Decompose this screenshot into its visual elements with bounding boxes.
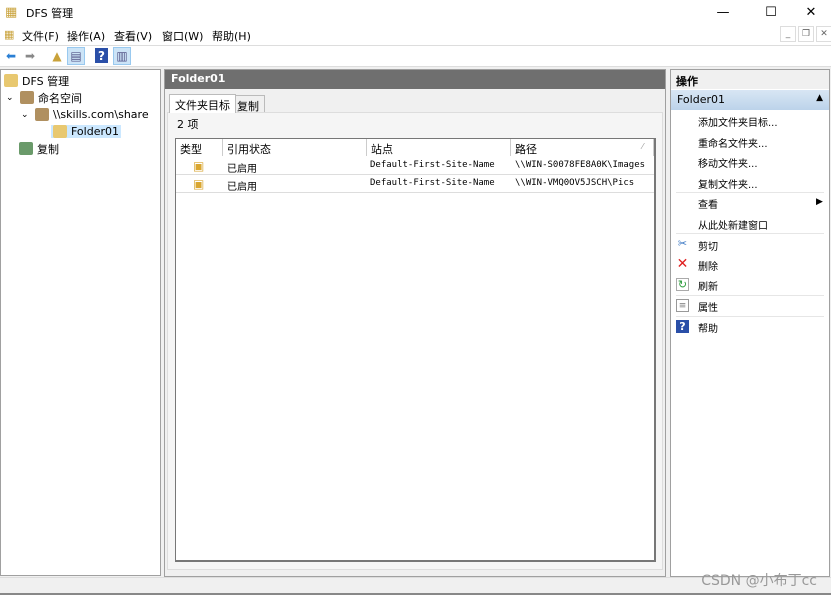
action-cut[interactable]: 剪切	[698, 238, 718, 253]
action-help[interactable]: 帮助	[698, 320, 718, 335]
actions-header: 操作	[671, 70, 829, 89]
tree-label: Folder01	[71, 125, 119, 138]
menu-window[interactable]: 窗口(W)	[162, 28, 203, 44]
menu-action[interactable]: 操作(A)	[67, 28, 105, 44]
menu-help[interactable]: 帮助(H)	[212, 28, 251, 44]
column-referral-status[interactable]: 引用状态	[223, 139, 367, 156]
help-icon[interactable]: ?	[95, 48, 108, 63]
item-count: 2 项	[177, 118, 199, 131]
chevron-down-icon[interactable]: ⌄	[6, 93, 20, 103]
actions-section-folder01[interactable]: Folder01 ▲	[671, 90, 829, 110]
tree-item-namespace[interactable]: ⌄ \\skills.com\share	[1, 106, 160, 123]
app-menu-icon[interactable]: ▦	[4, 28, 14, 41]
targets-list	[175, 138, 656, 562]
dfs-icon	[4, 74, 18, 87]
tree-item-folder01[interactable]: Folder01	[1, 123, 160, 140]
cell-path: \\WIN-S0078FE8A0K\Images	[515, 160, 646, 170]
window-title: DFS 管理	[26, 7, 74, 20]
close-button[interactable]: ✕	[788, 0, 831, 25]
divider	[676, 192, 824, 193]
menu-file[interactable]: 文件(F)	[22, 28, 59, 44]
center-header: Folder01	[165, 70, 665, 89]
tree-label: 命名空间	[38, 91, 82, 105]
up-folder-icon[interactable]: ▲	[48, 47, 66, 65]
dfs-app-icon: ▦	[5, 5, 18, 20]
action-delete[interactable]: 删除	[698, 258, 718, 273]
tree-item-namespaces[interactable]: ⌄ 命名空间	[1, 89, 160, 106]
mdi-minimize-button[interactable]: _	[780, 26, 796, 42]
divider	[676, 233, 824, 234]
tree-pane: DFS 管理 ⌄ 命名空间 ⌄ \\skills.com\share Folder0…	[0, 69, 161, 576]
chevron-down-icon[interactable]: ⌄	[21, 110, 35, 120]
tab-folder-targets[interactable]: 文件夹目标	[169, 94, 236, 113]
cell-site: Default-First-Site-Name	[370, 178, 495, 188]
column-path[interactable]: 路径	[511, 139, 654, 156]
minimize-button[interactable]: —	[700, 0, 746, 25]
action-move-folder[interactable]: 移动文件夹...	[698, 155, 758, 170]
submenu-arrow-icon: ▶	[816, 197, 823, 207]
folder-link-icon	[53, 125, 67, 138]
show-hide-tree-icon[interactable]: ▤	[67, 47, 85, 65]
collapse-up-icon[interactable]: ▲	[816, 93, 823, 103]
folder-target-icon: ▣	[193, 159, 205, 173]
forward-arrow-icon[interactable]: ➡	[21, 47, 39, 65]
divider	[676, 295, 824, 296]
action-properties[interactable]: 属性	[698, 299, 718, 314]
cell-path: \\WIN-VMQ0OV5JSCH\Pics	[515, 178, 635, 188]
column-type[interactable]: 类型	[176, 139, 223, 156]
tree-label: \\skills.com\share	[53, 108, 149, 121]
table-row[interactable]: ▣ 已启用 Default-First-Site-Name \\WIN-S007…	[176, 157, 654, 175]
mdi-restore-button[interactable]: ❐	[798, 26, 814, 42]
tree-item-replication[interactable]: 复制	[1, 140, 160, 157]
help-icon: ?	[676, 320, 689, 333]
tree-label: DFS 管理	[22, 74, 70, 88]
cell-site: Default-First-Site-Name	[370, 160, 495, 170]
table-row[interactable]: ▣ 已启用 Default-First-Site-Name \\WIN-VMQ0…	[176, 175, 654, 193]
cell-status: 已启用	[227, 164, 257, 175]
back-arrow-icon[interactable]: ⬅	[2, 47, 20, 65]
properties-icon: ≡	[676, 299, 689, 312]
show-hide-action-pane-icon[interactable]: ▥	[113, 47, 131, 65]
folder-target-icon: ▣	[193, 177, 205, 191]
action-new-window[interactable]: 从此处新建窗口	[698, 217, 768, 232]
cut-icon: ✂	[677, 237, 688, 250]
divider	[676, 316, 824, 317]
action-copy-folder[interactable]: 复制文件夹...	[698, 176, 758, 191]
actions-section-title: Folder01	[677, 93, 725, 106]
sort-indicator-icon: ⁄	[642, 142, 644, 151]
action-add-folder-target[interactable]: 添加文件夹目标...	[698, 114, 778, 129]
tree-label: 复制	[37, 142, 59, 156]
cell-status: 已启用	[227, 182, 257, 193]
refresh-icon: ↻	[676, 278, 689, 291]
menu-view[interactable]: 查看(V)	[114, 28, 152, 44]
action-view[interactable]: 查看	[698, 196, 718, 211]
replication-icon	[19, 142, 33, 155]
action-rename-folder[interactable]: 重命名文件夹...	[698, 135, 768, 150]
tab-replication[interactable]: 复制	[231, 95, 265, 113]
delete-icon: ✕	[676, 255, 689, 272]
tree-item-dfs-root[interactable]: DFS 管理	[1, 72, 160, 89]
column-site[interactable]: 站点	[367, 139, 511, 156]
namespaces-icon	[20, 91, 34, 104]
namespace-icon	[35, 108, 49, 121]
action-refresh[interactable]: 刷新	[698, 278, 718, 293]
mdi-close-button[interactable]: ✕	[816, 26, 831, 42]
watermark: CSDN @小布丁cc	[701, 573, 817, 589]
